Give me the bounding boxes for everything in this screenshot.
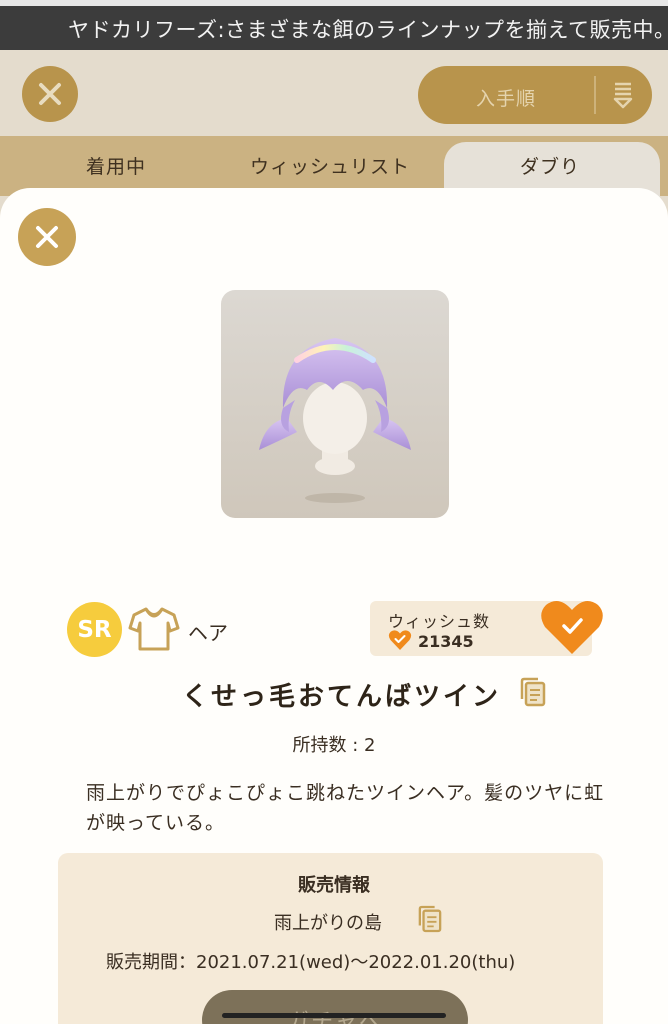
sort-divider [594, 76, 596, 114]
twin-tail-hair-illustration [259, 338, 411, 503]
home-indicator[interactable] [222, 1013, 446, 1018]
tab-wearing[interactable]: 着用中 [86, 152, 146, 179]
heart-check-icon [388, 630, 412, 650]
rarity-badge: SR [67, 602, 122, 657]
owned-count: 所持数 : 2 [292, 735, 376, 756]
copy-icon[interactable] [520, 677, 546, 707]
sale-info-title: 販売情報 [298, 875, 370, 896]
status-strip [0, 0, 668, 6]
ticker-text: ヤドカリフーズ:さまざまな餌のラインナップを揃えて販売中。 [68, 18, 668, 42]
item-name: くせっ毛おてんばツイン [182, 682, 502, 712]
close-icon [36, 226, 58, 248]
sale-place: 雨上がりの島 [274, 913, 382, 934]
gacha-button[interactable]: ガチャへ [202, 990, 468, 1024]
item-description: 雨上がりでぴょこぴょこ跳ねたツインヘア。髪のツヤに虹が映っている。 [86, 782, 605, 834]
sale-period: 販売期間：2021.07.21(wed)～2022.01.20(thu) [106, 952, 516, 973]
close-icon [39, 83, 61, 105]
sort-button[interactable]: 入手順 [418, 66, 652, 124]
background-close-button[interactable] [22, 66, 78, 122]
copy-icon[interactable] [418, 905, 442, 933]
sort-label: 入手順 [475, 88, 536, 110]
item-image [221, 290, 449, 518]
wish-count-value: 21345 [418, 632, 474, 651]
news-ticker: ヤドカリフーズ:さまざまな餌のラインナップを揃えて販売中。 [0, 0, 668, 50]
tab-duplicates[interactable]: ダブり [520, 152, 580, 179]
category-label: ヘア [188, 621, 228, 645]
close-button[interactable] [18, 208, 76, 266]
wishlist-heart-button[interactable] [540, 598, 604, 656]
tab-wishlist[interactable]: ウィッシュリスト [250, 152, 410, 179]
shirt-icon [128, 607, 180, 651]
sort-order-icon [613, 82, 633, 109]
